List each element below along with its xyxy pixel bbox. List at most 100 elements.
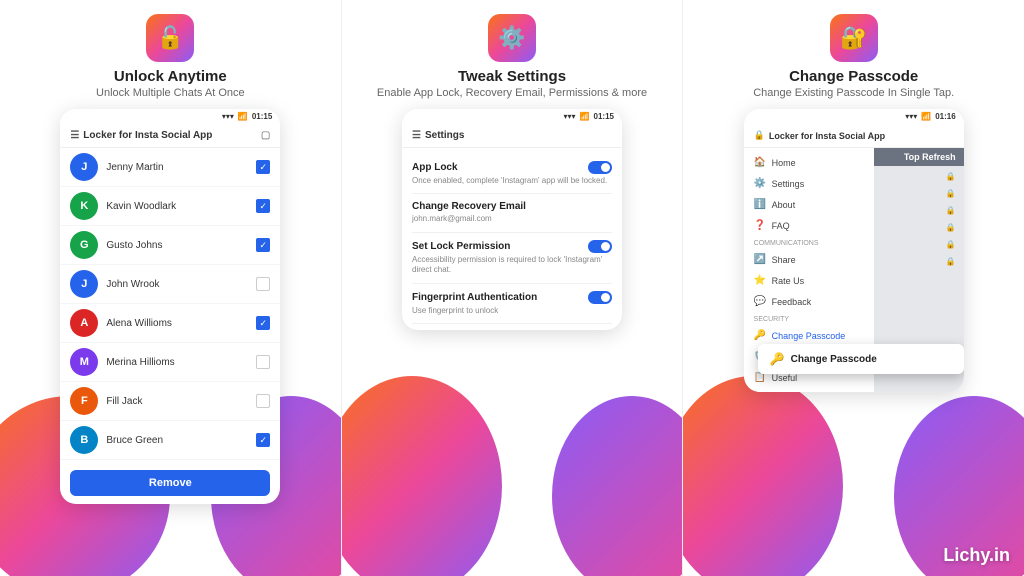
chat-item-jenny[interactable]: J Jenny Martin (60, 148, 280, 187)
share-icon: ↗️ (754, 254, 766, 265)
hamburger-icon[interactable]: ☰ (70, 130, 79, 141)
settings-recovery-desc: john.mark@gmail.com (412, 214, 612, 224)
settings-fingerprint-desc: Use fingerprint to unlock (412, 306, 612, 316)
settings-lock-permission-desc: Accessibility permission is required to … (412, 255, 612, 276)
phone-mockup-3: ▾▾▾ 📶 01:16 🔒 Locker for Insta Social Ap… (744, 109, 964, 392)
home-icon: 🏠 (754, 157, 766, 168)
sidebar-item-feedback[interactable]: 💬 Feedback (744, 291, 874, 312)
chat-item-alena[interactable]: A Alena Willioms (60, 304, 280, 343)
phone-mockup-1: ▾▾▾ 📶 01:15 ☰ Locker for Insta Social Ap… (60, 109, 280, 504)
settings-app-lock-title: App Lock (412, 161, 612, 174)
section1-subtitle: Unlock Multiple Chats At Once (96, 87, 245, 99)
watermark: Lichy.in (943, 545, 1010, 566)
section2-header: ⚙️ Tweak Settings Enable App Lock, Recov… (377, 0, 647, 99)
chat-item-merina[interactable]: M Merina Hillioms (60, 343, 280, 382)
signal-icon: ▾▾▾ (222, 112, 234, 121)
right-panel-list: 🔒 🔒 🔒 🔒 🔒 🔒 (874, 166, 964, 272)
info-icon: ℹ️ (754, 199, 766, 210)
chat-name-gusto: Gusto Johns (106, 240, 248, 251)
sidebar-item-rateus[interactable]: ⭐ Rate Us (744, 270, 874, 291)
checkbox-john[interactable] (256, 277, 270, 291)
settings-fingerprint[interactable]: Fingerprint Authentication Use fingerpri… (412, 284, 612, 324)
checkbox-bruce[interactable] (256, 433, 270, 447)
sidebar-item-home[interactable]: 🏠 Home (744, 152, 874, 173)
signal-icon-2: ▾▾▾ (564, 112, 576, 121)
faq-icon: ❓ (754, 220, 766, 231)
checkbox-kavin[interactable] (256, 199, 270, 213)
section-unlock: 🔓 Unlock Anytime Unlock Multiple Chats A… (0, 0, 341, 576)
section3-header: 🔐 Change Passcode Change Existing Passco… (753, 0, 954, 99)
remove-button[interactable]: Remove (70, 470, 270, 496)
sidebar-item-share[interactable]: ↗️ Share (744, 249, 874, 270)
checkbox-merina[interactable] (256, 355, 270, 369)
sidebar-label-about: About (772, 200, 796, 210)
chat-item-bruce[interactable]: B Bruce Green (60, 421, 280, 460)
sidebar-item-changepasscode[interactable]: 🔑 Change Passcode (744, 325, 874, 346)
chat-item-gusto[interactable]: G Gusto Johns (60, 226, 280, 265)
change-passcode-tooltip[interactable]: 🔑 Change Passcode (758, 344, 964, 374)
sidebar-item-faq[interactable]: ❓ FAQ (744, 215, 874, 236)
section-settings: ⚙️ Tweak Settings Enable App Lock, Recov… (342, 0, 683, 576)
sidebar-label-home: Home (772, 158, 796, 168)
tooltip-key-icon: 🔑 (770, 352, 785, 366)
sidebar-label-feedback: Feedback (772, 297, 812, 307)
sidebar-label-settings: Settings (772, 179, 805, 189)
star-icon: ⭐ (754, 275, 766, 286)
hamburger-icon-2[interactable]: ☰ (412, 130, 421, 141)
avatar-alena: A (70, 309, 98, 337)
chat-list: J Jenny Martin K Kavin Woodlark G Gusto … (60, 148, 280, 460)
checkbox-jenny[interactable] (256, 160, 270, 174)
phone-header-1: ☰ Locker for Insta Social App ▢ (60, 124, 280, 148)
toggle-app-lock[interactable] (588, 161, 612, 174)
phone-header-2: ☰ Settings (402, 124, 622, 148)
time-3: 01:16 (935, 112, 955, 121)
settings-list: App Lock Once enabled, complete 'Instagr… (402, 148, 622, 330)
toggle-lock-permission[interactable] (588, 240, 612, 253)
signal-icon-3: ▾▾▾ (905, 112, 917, 121)
comm-section-label: Communications (744, 236, 874, 249)
sidebar-label-changepasscode: Change Passcode (772, 331, 846, 341)
sidebar-item-about[interactable]: ℹ️ About (744, 194, 874, 215)
status-bar-2: ▾▾▾ 📶 01:15 (402, 109, 622, 124)
chat-name-bruce: Bruce Green (106, 435, 248, 446)
chat-name-john: John Wrook (106, 279, 248, 290)
chat-item-kavin[interactable]: K Kavin Woodlark (60, 187, 280, 226)
avatar-fill: F (70, 387, 98, 415)
settings-app-lock-desc: Once enabled, complete 'Instagram' app w… (412, 176, 612, 186)
wifi-icon-2: 📶 (580, 112, 590, 121)
security-section-label: Security (744, 312, 874, 325)
section3-title: Change Passcode (789, 68, 918, 85)
lock-icon-6: 🔒 (946, 257, 956, 266)
avatar-merina: M (70, 348, 98, 376)
chat-item-fill[interactable]: F Fill Jack (60, 382, 280, 421)
chat-name-fill: Fill Jack (106, 396, 248, 407)
settings-lock-permission[interactable]: Set Lock Permission Accessibility permis… (412, 233, 612, 284)
settings-recovery-email[interactable]: Change Recovery Email john.mark@gmail.co… (412, 194, 612, 232)
checkbox-fill[interactable] (256, 394, 270, 408)
checkbox-gusto[interactable] (256, 238, 270, 252)
chat-item-john[interactable]: J John Wrook (60, 265, 280, 304)
right-panel-item-3: 🔒 (874, 202, 964, 219)
sidebar-item-settings[interactable]: ⚙️ Settings (744, 173, 874, 194)
settings-app-lock[interactable]: App Lock Once enabled, complete 'Instagr… (412, 154, 612, 194)
section1-header: 🔓 Unlock Anytime Unlock Multiple Chats A… (96, 0, 245, 99)
checkbox-alena[interactable] (256, 316, 270, 330)
phone-mockup-2: ▾▾▾ 📶 01:15 ☰ Settings App Lock Once ena… (402, 109, 622, 330)
status-bar-3: ▾▾▾ 📶 01:16 (744, 109, 964, 124)
phone-header-title-1: ☰ Locker for Insta Social App (70, 130, 212, 141)
settings-icon: ⚙️ (488, 14, 536, 62)
lock-icon-3: 🔒 (946, 206, 956, 215)
toggle-fingerprint[interactable] (588, 291, 612, 304)
time-2: 01:15 (594, 112, 614, 121)
square-icon[interactable]: ▢ (261, 130, 270, 141)
remove-btn-container: Remove (60, 460, 280, 504)
sidebar-label-rateus: Rate Us (772, 276, 805, 286)
section2-title: Tweak Settings (458, 68, 566, 85)
section3-subtitle: Change Existing Passcode In Single Tap. (753, 87, 954, 99)
section1-title: Unlock Anytime (114, 68, 227, 85)
avatar-john: J (70, 270, 98, 298)
phone-header-3: 🔒 Locker for Insta Social App (744, 124, 964, 148)
phone-header-title-2: ☰ Settings (412, 130, 464, 141)
section-passcode: 🔐 Change Passcode Change Existing Passco… (683, 0, 1024, 576)
gear-icon-sidebar: ⚙️ (754, 178, 766, 189)
